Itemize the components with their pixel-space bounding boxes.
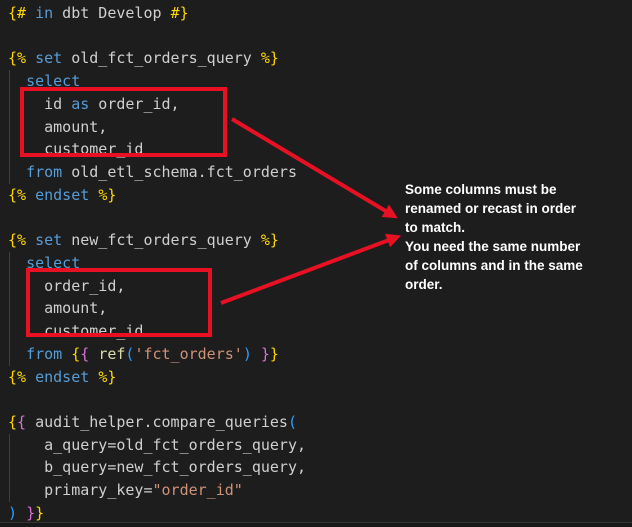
- code-token: [8, 72, 26, 90]
- code-token: order_id,: [89, 95, 179, 113]
- code-line[interactable]: {% endset %}: [8, 366, 632, 389]
- code-token: [17, 504, 26, 522]
- code-line[interactable]: from {{ ref('fct_orders') }}: [8, 343, 632, 366]
- code-token: [8, 345, 26, 363]
- annotation-note: Some columns must be renamed or recast i…: [405, 180, 605, 294]
- code-token: [62, 345, 71, 363]
- code-token: {%: [8, 368, 26, 386]
- code-token: [8, 163, 26, 181]
- code-token: %}: [261, 49, 279, 67]
- code-line[interactable]: {# in dbt Develop #}: [8, 2, 632, 25]
- code-token: amount,: [8, 118, 107, 136]
- code-token: in: [35, 4, 53, 22]
- code-token: [252, 345, 261, 363]
- code-line[interactable]: a_query=old_fct_orders_query,: [8, 434, 632, 457]
- code-token: }: [35, 504, 44, 522]
- code-token: #}: [171, 4, 189, 22]
- code-line[interactable]: [8, 25, 632, 48]
- code-token: {%: [8, 231, 26, 249]
- code-token: ): [8, 504, 17, 522]
- code-token: {%: [8, 186, 26, 204]
- code-token: b_query=new_fct_orders_query,: [8, 458, 306, 476]
- code-token: {: [8, 413, 17, 431]
- code-token: endset: [35, 368, 89, 386]
- code-token: "order_id": [153, 481, 243, 499]
- code-line[interactable]: select: [8, 70, 632, 93]
- code-token: (: [288, 413, 297, 431]
- code-token: old_fct_orders_query: [62, 49, 261, 67]
- code-token: [89, 345, 98, 363]
- code-line[interactable]: customer_id: [8, 138, 632, 161]
- code-token: set: [35, 231, 62, 249]
- code-token: dbt Develop: [53, 4, 170, 22]
- code-token: }: [26, 504, 35, 522]
- code-token: ref: [98, 345, 125, 363]
- code-token: [26, 231, 35, 249]
- code-token: {#: [8, 4, 26, 22]
- code-token: order_id,: [8, 277, 125, 295]
- code-line[interactable]: amount,: [8, 297, 632, 320]
- code-token: {: [80, 345, 89, 363]
- code-token: from: [26, 345, 62, 363]
- code-token: [26, 186, 35, 204]
- code-token: [26, 4, 35, 22]
- code-token: from: [26, 163, 62, 181]
- code-line[interactable]: b_query=new_fct_orders_query,: [8, 456, 632, 479]
- code-token: [89, 368, 98, 386]
- code-line[interactable]: id as order_id,: [8, 93, 632, 116]
- code-line[interactable]: amount,: [8, 116, 632, 139]
- code-token: select: [26, 72, 80, 90]
- code-token: customer_id: [8, 140, 143, 158]
- code-token: customer_id: [8, 322, 143, 340]
- code-token: [8, 254, 26, 272]
- code-token: new_fct_orders_query: [62, 231, 261, 249]
- code-token: amount,: [8, 299, 107, 317]
- code-line[interactable]: [8, 388, 632, 411]
- code-token: 'fct_orders': [134, 345, 242, 363]
- code-token: primary_key=: [8, 481, 153, 499]
- code-token: %}: [98, 186, 116, 204]
- window-bottom-edge: [0, 522, 632, 527]
- code-token: as: [71, 95, 89, 113]
- code-line[interactable]: {% set old_fct_orders_query %}: [8, 47, 632, 70]
- code-line[interactable]: {{ audit_helper.compare_queries(: [8, 411, 632, 434]
- code-token: %}: [261, 231, 279, 249]
- code-token: {%: [8, 49, 26, 67]
- code-token: old_etl_schema.fct_orders: [62, 163, 297, 181]
- code-token: audit_helper.compare_queries: [26, 413, 288, 431]
- code-token: ): [243, 345, 252, 363]
- indent-guide: [9, 434, 10, 502]
- code-token: {: [71, 345, 80, 363]
- code-token: id: [8, 95, 71, 113]
- code-line[interactable]: primary_key="order_id": [8, 479, 632, 502]
- code-line[interactable]: customer_id: [8, 320, 632, 343]
- code-token: }: [270, 345, 279, 363]
- code-token: [89, 186, 98, 204]
- code-token: endset: [35, 186, 89, 204]
- code-token: %}: [98, 368, 116, 386]
- code-token: set: [35, 49, 62, 67]
- code-token: a_query=old_fct_orders_query,: [8, 436, 306, 454]
- code-token: {: [17, 413, 26, 431]
- code-token: select: [26, 254, 80, 272]
- indent-guide: [9, 252, 10, 366]
- code-token: }: [261, 345, 270, 363]
- code-token: [26, 368, 35, 386]
- code-token: [26, 49, 35, 67]
- indent-guide: [9, 70, 10, 184]
